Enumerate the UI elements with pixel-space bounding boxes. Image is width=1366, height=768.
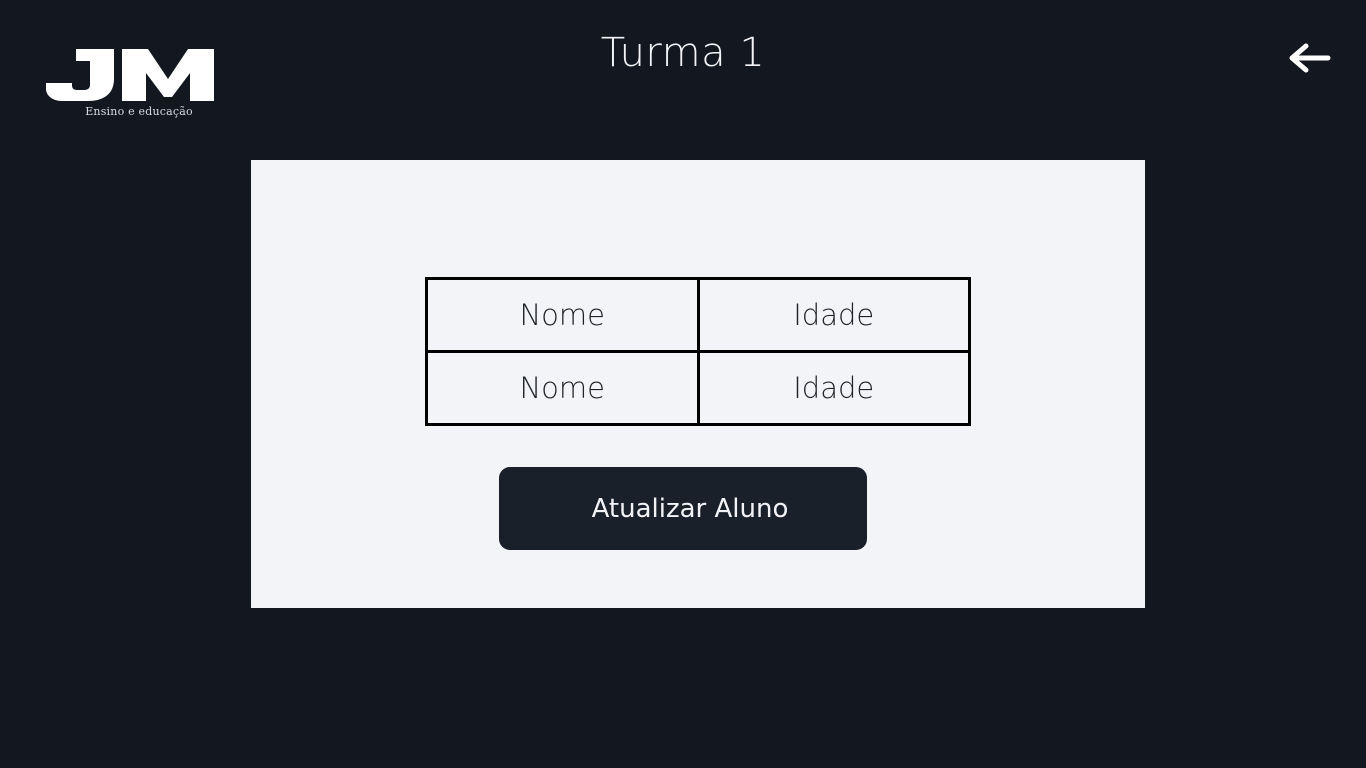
arrow-left-icon	[1289, 43, 1331, 73]
cell-nome: Nome	[425, 350, 700, 426]
jm-logo-mark	[46, 49, 214, 101]
update-student-button[interactable]: Atualizar Aluno	[499, 467, 867, 550]
brand-tagline: Ensino e educação	[85, 105, 193, 118]
column-header-idade: Idade	[696, 277, 971, 353]
cell-idade: Idade	[696, 350, 971, 426]
table-row[interactable]: Nome Idade	[425, 350, 971, 426]
students-table: Nome Idade Nome Idade	[425, 277, 971, 426]
class-card: Nome Idade Nome Idade Atualizar Aluno	[251, 160, 1145, 608]
table-header-row: Nome Idade	[425, 277, 971, 353]
column-header-nome: Nome	[425, 277, 700, 353]
page-title: Turma 1	[600, 30, 766, 76]
brand-logo: Ensino e educação	[44, 45, 216, 121]
back-button[interactable]	[1284, 36, 1334, 80]
